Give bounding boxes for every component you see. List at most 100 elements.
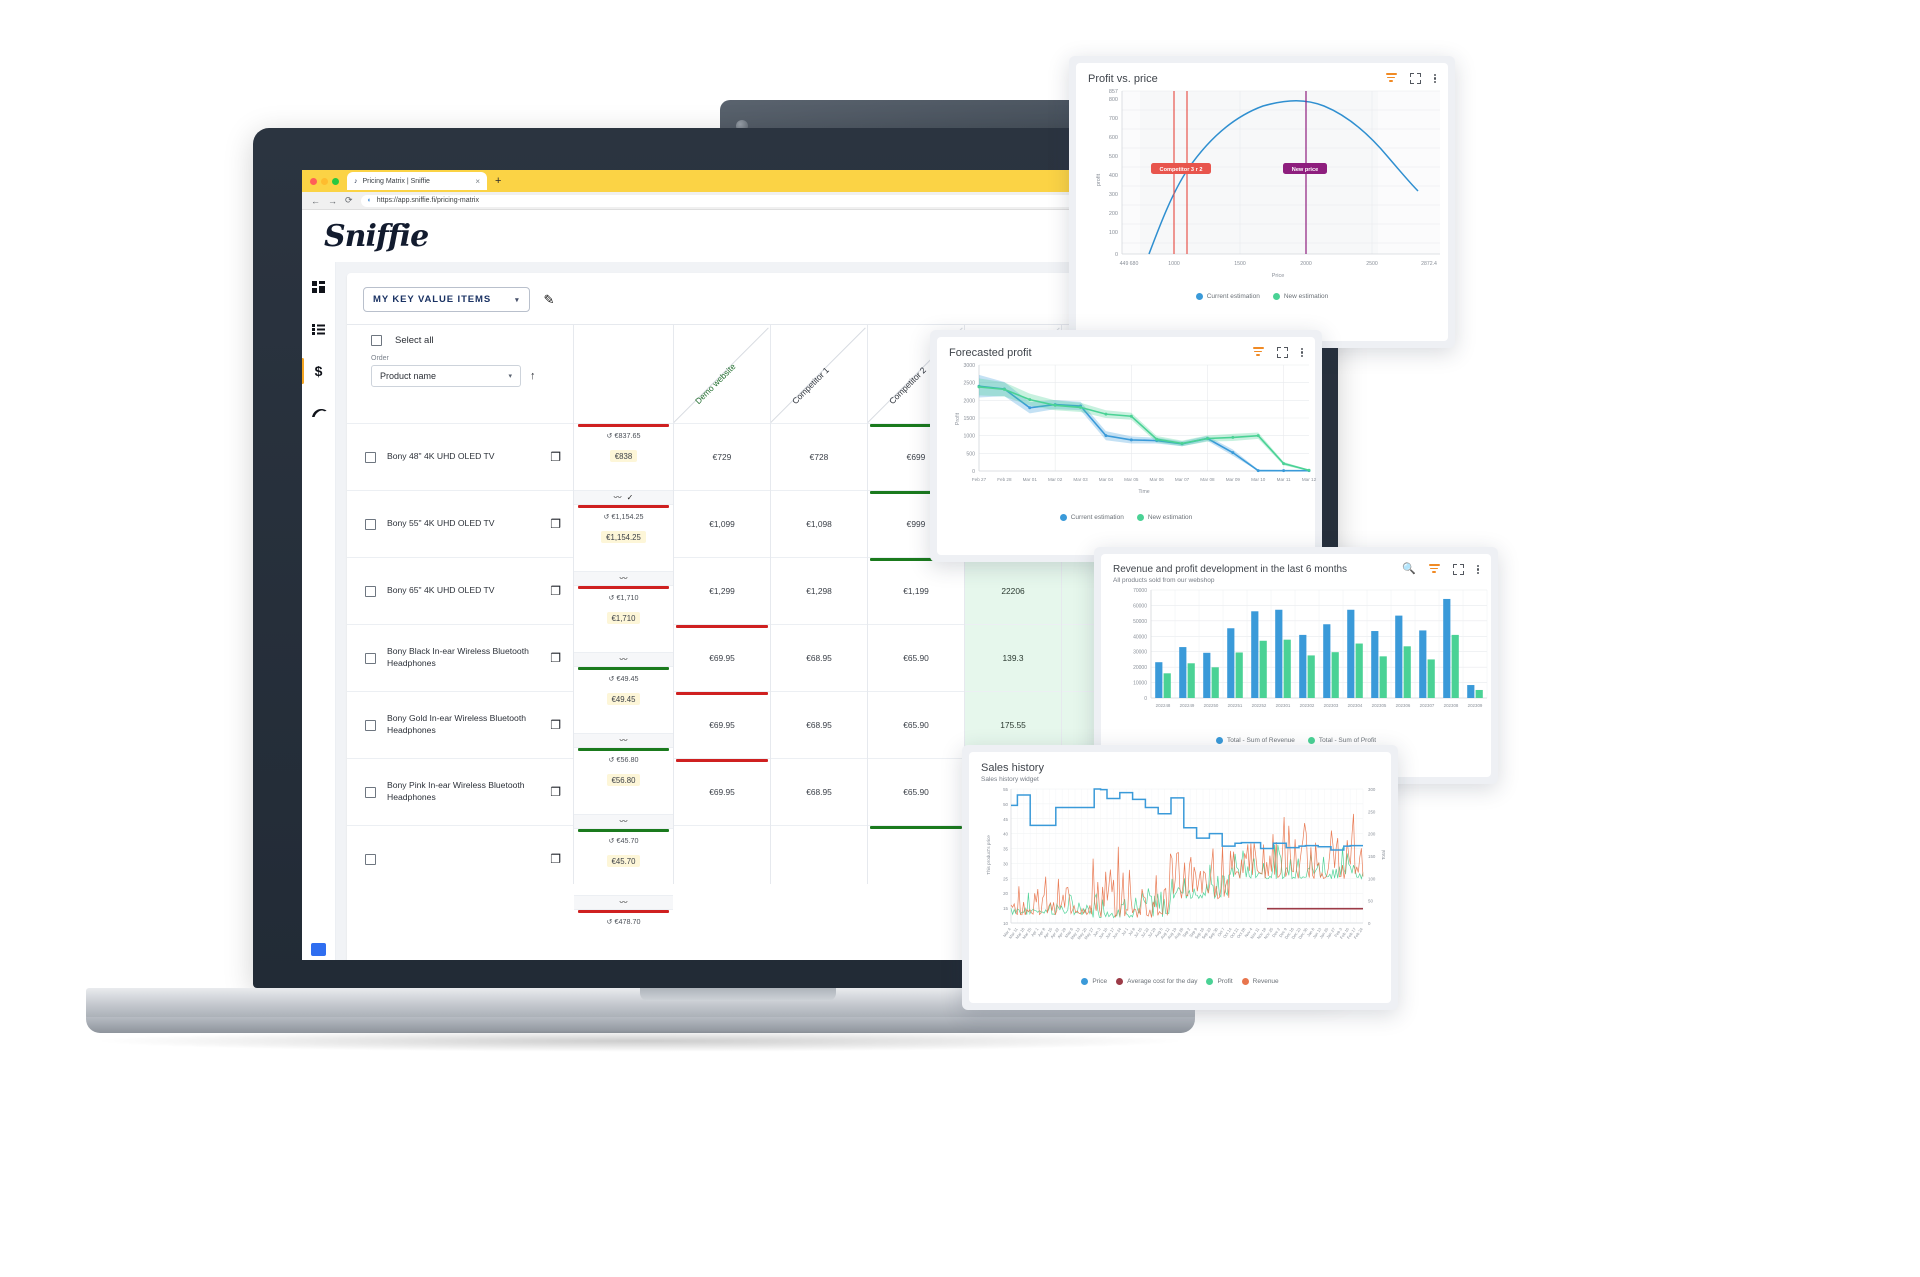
- column-label-competitor-1: Competitor 1: [789, 365, 831, 406]
- widget-title: Sales history: [981, 762, 1044, 774]
- close-window-dot[interactable]: [310, 177, 317, 185]
- dashboard-icon: [312, 281, 325, 293]
- svg-text:1500: 1500: [1234, 261, 1246, 267]
- svg-text:202308: 202308: [1444, 703, 1459, 708]
- more-icon[interactable]: [1300, 347, 1303, 358]
- svg-text:Mar 12: Mar 12: [1302, 477, 1317, 482]
- table-row: ❐: [347, 825, 573, 892]
- trend-icon[interactable]: 〰: [620, 654, 628, 665]
- more-icon[interactable]: [1433, 73, 1436, 84]
- filter-icon[interactable]: [1385, 73, 1397, 84]
- row-checkbox[interactable]: [365, 518, 376, 530]
- chat-bubble-icon[interactable]: [311, 943, 326, 956]
- product-name: Bony Gold In-ear Wireless Bluetooth Head…: [387, 713, 526, 735]
- copy-icon[interactable]: ❐: [550, 785, 561, 799]
- price-indicator-bar: [578, 586, 669, 589]
- tab-close-icon[interactable]: ×: [475, 177, 480, 186]
- price-cell: €1,299: [674, 557, 770, 624]
- forward-icon[interactable]: →: [328, 196, 337, 206]
- widget-tools: 🔍: [1402, 564, 1479, 575]
- price-cell: [771, 825, 867, 892]
- svg-text:0: 0: [1115, 252, 1118, 258]
- select-all-checkbox[interactable]: [371, 335, 382, 346]
- svg-text:40: 40: [1003, 832, 1008, 837]
- filter-icon[interactable]: [1252, 347, 1264, 358]
- row-checkbox[interactable]: [365, 719, 376, 731]
- reload-icon[interactable]: ⟳: [345, 195, 353, 206]
- svg-text:Mar 07: Mar 07: [1175, 477, 1190, 482]
- own-price-cell: ↺ €1,154.25 €1,154.25: [574, 504, 673, 571]
- row-actions: 〰: [574, 571, 673, 585]
- sort-direction-icon[interactable]: ↑: [530, 370, 536, 382]
- new-price-chip: €56.80: [606, 774, 641, 786]
- copy-icon[interactable]: ❐: [550, 651, 561, 665]
- svg-text:202309: 202309: [1468, 703, 1483, 708]
- column-competitor-1: Competitor 1 €728 €1,098 €1,298 €68.95 €68.9…: [771, 325, 868, 884]
- copy-icon[interactable]: ❐: [550, 852, 561, 866]
- column-demo-website: Demo website €729 €1,099 €1,299 €69.95 €69.9…: [674, 325, 771, 884]
- trend-icon[interactable]: 〰: [620, 573, 628, 584]
- copy-icon[interactable]: ❐: [550, 718, 561, 732]
- widget-subtitle: All products sold from our webshop: [1113, 577, 1215, 584]
- sidebar-item-analytics[interactable]: [306, 402, 332, 424]
- svg-text:300: 300: [1109, 192, 1118, 198]
- svg-text:500: 500: [1109, 154, 1118, 160]
- site-info-icon: ◐: [367, 197, 372, 204]
- order-select[interactable]: Product name ▾: [371, 365, 521, 387]
- trend-icon[interactable]: 〰: [620, 735, 628, 746]
- price-cell: €69.95: [674, 758, 770, 825]
- price-indicator-bar: [578, 505, 669, 508]
- own-price-cell: ↺ €49.45 €49.45: [574, 666, 673, 733]
- svg-text:2872.4: 2872.4: [1421, 261, 1437, 267]
- back-icon[interactable]: ←: [311, 196, 320, 206]
- select-all-label: Select all: [395, 335, 434, 346]
- trend-icon[interactable]: 〰: [620, 897, 628, 908]
- edit-pencil-icon[interactable]: ✎: [544, 292, 555, 308]
- expand-icon[interactable]: [1452, 564, 1464, 575]
- svg-text:202307: 202307: [1420, 703, 1435, 708]
- copy-icon[interactable]: ❐: [550, 584, 561, 598]
- row-checkbox[interactable]: [365, 853, 376, 865]
- sidebar-item-list[interactable]: [306, 318, 332, 340]
- previous-price: ↺ €1,710: [608, 593, 639, 602]
- trend-icon[interactable]: 〰: [620, 816, 628, 827]
- row-checkbox[interactable]: [365, 652, 376, 664]
- svg-text:0: 0: [972, 469, 975, 475]
- row-checkbox[interactable]: [365, 585, 376, 597]
- minimize-window-dot[interactable]: [321, 177, 328, 185]
- svg-text:3000: 3000: [963, 363, 975, 369]
- trend-icon[interactable]: 〰: [614, 492, 622, 503]
- tab-title: Pricing Matrix | Sniffie: [362, 177, 430, 185]
- svg-text:300: 300: [1368, 787, 1376, 792]
- search-icon[interactable]: 🔍: [1402, 564, 1416, 575]
- sniffie-logo[interactable]: Sniffie: [324, 219, 429, 254]
- copy-icon[interactable]: ❐: [550, 517, 561, 531]
- svg-text:202248: 202248: [1156, 703, 1171, 708]
- svg-text:1500: 1500: [963, 416, 975, 422]
- price-cell: €65.90: [868, 758, 964, 825]
- row-checkbox[interactable]: [365, 451, 376, 463]
- maximize-window-dot[interactable]: [332, 177, 339, 185]
- svg-text:50000: 50000: [1133, 619, 1147, 625]
- key-value-items-select[interactable]: MY KEY VALUE ITEMS ▾: [363, 287, 530, 312]
- expand-icon[interactable]: [1409, 73, 1421, 84]
- more-icon[interactable]: [1476, 564, 1479, 575]
- expand-icon[interactable]: [1276, 347, 1288, 358]
- price-cell: €1,298: [771, 557, 867, 624]
- browser-tab[interactable]: ♪ Pricing Matrix | Sniffie ×: [347, 172, 487, 190]
- svg-text:202304: 202304: [1348, 703, 1363, 708]
- row-actions: 〰 ✓: [574, 490, 673, 504]
- legend-item: Profit: [1206, 978, 1233, 985]
- select-all-row[interactable]: Select all: [371, 335, 573, 346]
- sidebar-item-pricing[interactable]: $: [302, 358, 332, 384]
- row-checkbox[interactable]: [365, 786, 376, 798]
- sidebar-item-dashboard[interactable]: [306, 276, 332, 298]
- row-actions: 〰: [574, 733, 673, 747]
- filter-icon[interactable]: [1428, 564, 1440, 575]
- new-tab-button[interactable]: +: [495, 175, 501, 187]
- window-controls[interactable]: [310, 177, 339, 185]
- svg-text:New price: New price: [1292, 167, 1318, 173]
- check-icon[interactable]: ✓: [627, 493, 634, 502]
- svg-text:Feb 28: Feb 28: [997, 477, 1012, 482]
- copy-icon[interactable]: ❐: [550, 450, 561, 464]
